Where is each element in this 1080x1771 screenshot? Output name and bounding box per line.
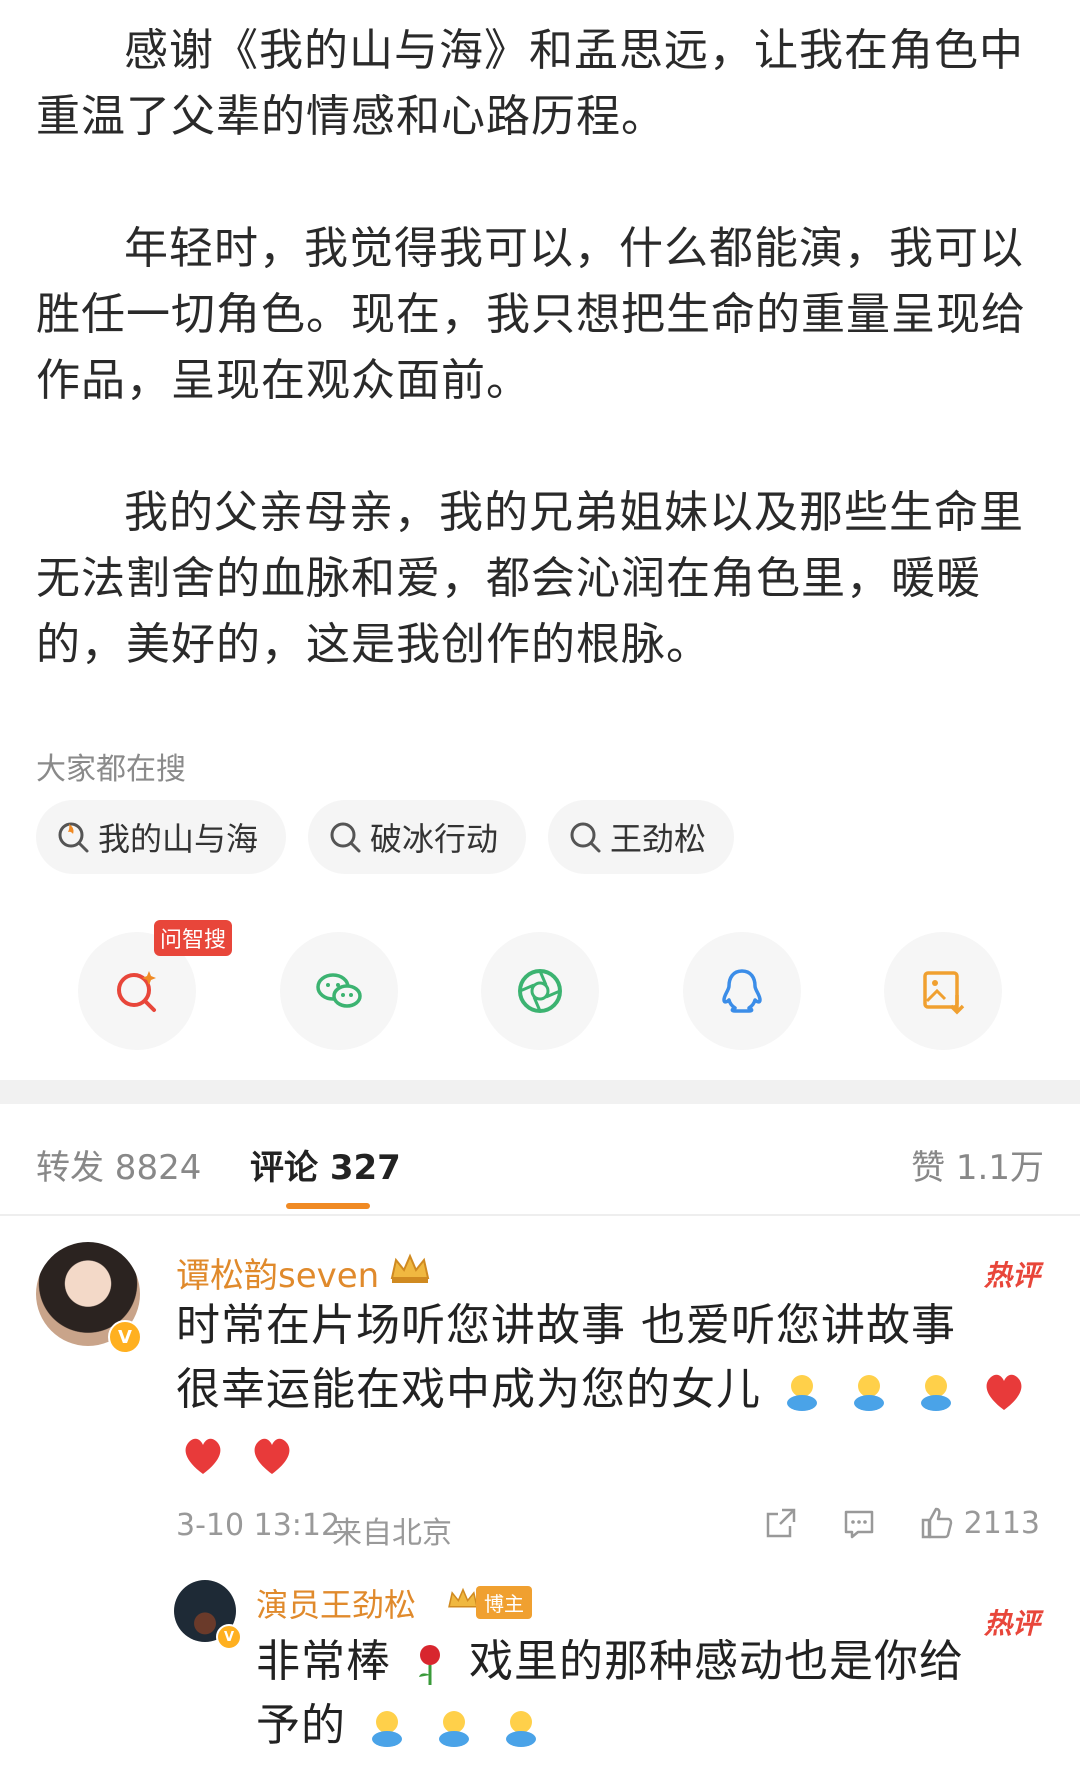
search-chip-my-mountain-sea[interactable]: 我的山与海 [36,800,287,874]
section-divider [0,1080,1080,1104]
comment-line-1a: 非常棒 [256,1636,391,1687]
trending-search-chips: 我的山与海 破冰行动 王劲松 [36,800,735,874]
like-count: 2113 [963,1505,1040,1541]
like-button[interactable]: 2113 [918,1504,1040,1542]
heart-emoji-icon [254,1438,290,1474]
zhisou-icon [117,971,156,1012]
comment-line-3 [176,1422,1056,1486]
hug-emoji-icon [787,1375,817,1411]
hug-emoji-icon [372,1711,402,1747]
hot-search-icon [58,822,89,853]
comment-line-2-text: 很幸运能在戏中成为您的女儿 [176,1364,761,1415]
comment-line-2-text: 予的 [256,1700,346,1751]
share-actions: 问智搜 [78,920,1002,1050]
comment-time: 3-10 13:12 [176,1508,341,1543]
active-tab-indicator [286,1203,370,1209]
search-icon [570,822,601,853]
comment-username[interactable]: 谭松韵seven [176,1248,379,1297]
post-paragraph-2: 年轻时，我觉得我可以，什么都能演，我可以胜任一切角色。现在，我只想把生命的重量呈… [36,223,1026,406]
qq-icon [721,969,762,1013]
tab-comments[interactable]: 评论 327 [250,1140,401,1189]
wechat-icon [315,973,362,1008]
forward-icon [766,1508,795,1538]
hug-emoji-icon [921,1375,951,1411]
comment-line-2: 很幸运能在戏中成为您的女儿 [176,1358,1056,1422]
search-chip-label: 我的山与海 [98,820,259,858]
tab-separator [0,1214,1080,1216]
interaction-tabs: 转发 8824 评论 327 赞 1.1万 [36,1140,1044,1209]
comment-item: V 谭松韵seven 热评 时常在片场听您讲故事 也爱听您讲故事 很幸运能在戏中… [0,1230,1080,1551]
tab-likes[interactable]: 赞 1.1万 [911,1140,1044,1189]
author-tag: 博主 [476,1586,532,1619]
thumbs-up-icon [921,1507,952,1539]
forward-button[interactable] [762,1504,800,1542]
rose-emoji-icon [419,1645,440,1685]
comment-icon [844,1510,873,1539]
crown-icon [390,1253,430,1283]
search-chip-label: 王劲松 [610,820,707,858]
zhisou-badge: 问智搜 [154,920,233,956]
comment-line-1b: 戏里的那种感动也是你给 [469,1636,964,1687]
heart-emoji-icon [185,1438,221,1474]
save-image-icon [923,971,965,1015]
heart-emoji-icon [986,1374,1022,1410]
comment-username[interactable]: 演员王劲松 [256,1580,416,1626]
reply-button[interactable] [840,1504,878,1542]
search-chip-label: 破冰行动 [370,820,499,858]
save-image-button[interactable] [884,932,1002,1050]
verified-badge: V [108,1320,142,1354]
comment-item: V 演员王劲松 博主 热评 非常棒 戏里的那种感动也是你给 予的 [0,1560,1080,1771]
verified-badge: V [216,1624,242,1650]
share-qq-button[interactable] [682,932,801,1050]
search-chip-wang-jinsong[interactable]: 王劲松 [548,800,735,874]
comment-line-1: 非常棒 戏里的那种感动也是你给 [256,1630,1056,1694]
post-body: 感谢《我的山与海》和孟思远，让我在角色中重温了父辈的情感和心路历程。 年轻时，我… [36,18,1036,678]
comment-text: 非常棒 戏里的那种感动也是你给 予的 [256,1630,1056,1758]
trending-search-title: 大家都在搜 [36,752,186,787]
tab-repost[interactable]: 转发 8824 [36,1140,201,1189]
hug-emoji-icon [854,1375,884,1411]
zhisou-button[interactable]: 问智搜 [78,920,233,1050]
share-wechat-button[interactable] [279,932,398,1050]
comment-location: 来自北京 [332,1516,452,1551]
share-moments-button[interactable] [481,932,599,1050]
hug-emoji-icon [506,1711,536,1747]
comment-actions: 2113 [762,1504,1040,1542]
crown-icon [448,1587,478,1608]
post-paragraph-1: 感谢《我的山与海》和孟思远，让我在角色中重温了父辈的情感和心路历程。 [36,25,1024,142]
hug-emoji-icon [439,1711,469,1747]
moments-icon [518,969,562,1013]
comment-line-1: 时常在片场听您讲故事 也爱听您讲故事 [176,1300,956,1351]
comment-line-2: 予的 [256,1694,1056,1758]
search-chip-breaking-ice[interactable]: 破冰行动 [308,800,527,874]
search-icon [330,822,361,853]
comment-text: 时常在片场听您讲故事 也爱听您讲故事 很幸运能在戏中成为您的女儿 [176,1294,1056,1486]
post-paragraph-3: 我的父亲母亲，我的兄弟姐妹以及那些生命里无法割舍的血脉和爱，都会沁润在角色里，暖… [36,487,1024,670]
hot-comment-label: 热评 [983,1259,1040,1292]
